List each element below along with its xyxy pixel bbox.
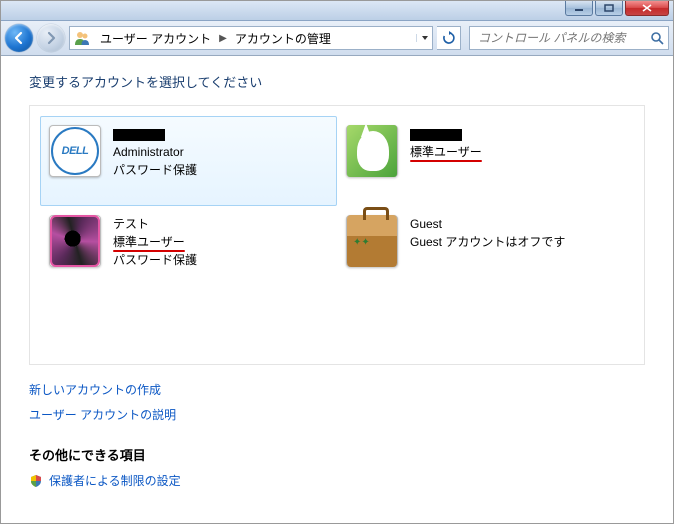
account-type-label: Administrator bbox=[113, 143, 197, 161]
accounts-grid: DELL Administrator パスワード保護 標準ユーザー テスト bbox=[29, 105, 645, 365]
account-type-label: 標準ユーザー bbox=[113, 233, 185, 251]
account-details: 標準ユーザー bbox=[410, 125, 482, 161]
account-avatar: DELL bbox=[49, 125, 101, 177]
maximize-button[interactable] bbox=[595, 1, 623, 16]
chevron-right-icon[interactable]: ▶ bbox=[217, 33, 229, 44]
swirl-avatar-icon bbox=[50, 215, 100, 267]
shield-icon bbox=[29, 474, 43, 488]
nav-back-button[interactable] bbox=[5, 24, 33, 52]
parental-controls-link[interactable]: 保護者による制限の設定 bbox=[29, 472, 645, 489]
user-accounts-icon bbox=[74, 30, 90, 46]
account-avatar bbox=[49, 215, 101, 267]
content-area: 変更するアカウントを選択してください DELL Administrator パス… bbox=[1, 56, 673, 523]
account-details: Administrator パスワード保護 bbox=[113, 125, 197, 179]
window-titlebar bbox=[1, 1, 673, 21]
account-name-label: Guest bbox=[410, 215, 565, 233]
account-type-label: 標準ユーザー bbox=[410, 143, 482, 161]
account-status-label: Guest アカウントはオフです bbox=[410, 233, 565, 251]
account-details: テスト 標準ユーザー パスワード保護 bbox=[113, 215, 197, 269]
account-status-label: パスワード保護 bbox=[113, 251, 197, 269]
breadcrumb-segment-1[interactable]: ユーザー アカウント bbox=[94, 30, 217, 47]
breadcrumb-segment-2[interactable]: アカウントの管理 bbox=[229, 30, 337, 47]
arrow-left-icon bbox=[12, 31, 26, 45]
search-input[interactable] bbox=[476, 30, 650, 46]
account-details: Guest Guest アカウントはオフです bbox=[410, 215, 565, 251]
chevron-down-icon bbox=[421, 34, 429, 42]
account-item-standard-user[interactable]: 標準ユーザー bbox=[337, 116, 634, 206]
account-status-label: パスワード保護 bbox=[113, 161, 197, 179]
account-item-administrator[interactable]: DELL Administrator パスワード保護 bbox=[40, 116, 337, 206]
navigation-toolbar: ユーザー アカウント ▶ アカウントの管理 bbox=[1, 21, 673, 56]
minimize-button[interactable] bbox=[565, 1, 593, 16]
other-actions-heading: その他にできる項目 bbox=[29, 445, 645, 464]
close-icon bbox=[642, 4, 652, 12]
search-icon bbox=[650, 31, 664, 45]
maximize-icon bbox=[604, 4, 614, 12]
create-account-link[interactable]: 新しいアカウントの作成 bbox=[29, 381, 645, 398]
redacted-name bbox=[113, 129, 165, 141]
cat-avatar-icon bbox=[347, 125, 397, 177]
breadcrumb[interactable]: ユーザー アカウント ▶ アカウントの管理 bbox=[69, 26, 433, 50]
refresh-button[interactable] bbox=[437, 26, 461, 50]
dell-logo-icon: DELL bbox=[51, 127, 99, 175]
account-avatar bbox=[346, 215, 398, 267]
suitcase-avatar-icon bbox=[347, 215, 397, 267]
refresh-icon bbox=[442, 31, 456, 45]
breadcrumb-dropdown[interactable] bbox=[416, 34, 432, 42]
other-actions-links: 保護者による制限の設定 bbox=[29, 472, 645, 489]
account-name-label: テスト bbox=[113, 215, 197, 233]
account-item-test[interactable]: テスト 標準ユーザー パスワード保護 bbox=[40, 206, 337, 296]
account-item-guest[interactable]: Guest Guest アカウントはオフです bbox=[337, 206, 634, 296]
page-prompt: 変更するアカウントを選択してください bbox=[29, 72, 645, 91]
account-explanation-link[interactable]: ユーザー アカウントの説明 bbox=[29, 406, 645, 423]
nav-forward-button[interactable] bbox=[37, 24, 65, 52]
account-avatar bbox=[346, 125, 398, 177]
search-box[interactable] bbox=[469, 26, 669, 50]
parental-controls-label: 保護者による制限の設定 bbox=[49, 472, 181, 489]
redacted-name bbox=[410, 129, 462, 141]
close-button[interactable] bbox=[625, 1, 669, 16]
action-links: 新しいアカウントの作成 ユーザー アカウントの説明 bbox=[29, 381, 645, 423]
arrow-right-icon bbox=[44, 31, 58, 45]
minimize-icon bbox=[574, 4, 584, 12]
